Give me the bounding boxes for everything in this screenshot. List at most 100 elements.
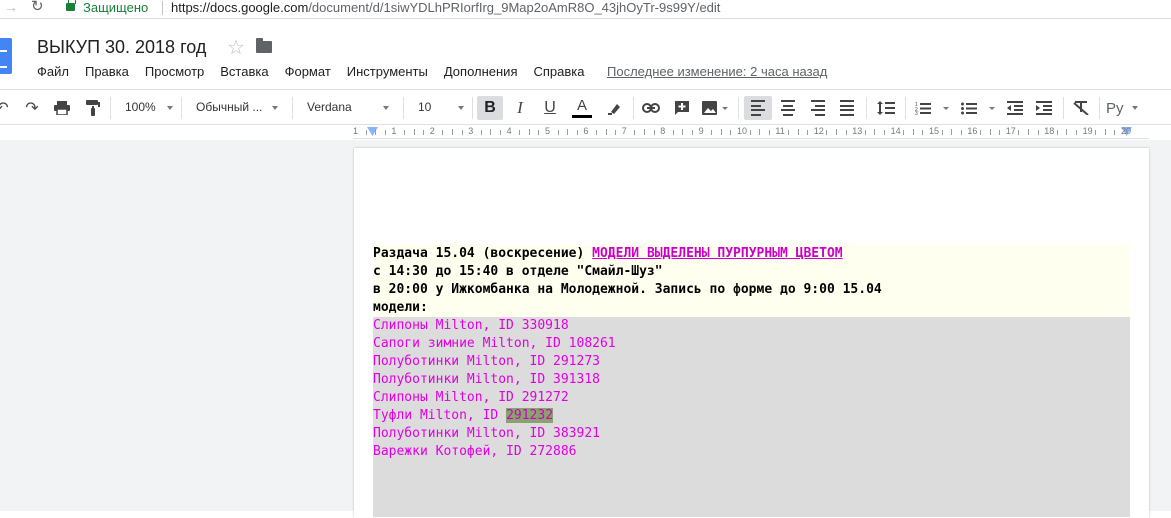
last-edit-link[interactable]: Последнее изменение: 2 часа назад	[607, 64, 827, 79]
heading-link[interactable]: МОДЕЛИ ВЫДЕЛЕНЫ ПУРПУРНЫМ ЦВЕТОМ	[592, 246, 842, 261]
ruler-tick	[960, 130, 962, 135]
address-divider	[162, 1, 163, 15]
time-line[interactable]: с 14:30 до 15:40 в отделе "Смайл-Шуз"	[373, 263, 1130, 281]
font-select[interactable]: Verdana	[307, 100, 389, 114]
line-spacing-icon[interactable]	[874, 96, 898, 120]
ruler-tick	[1076, 130, 1077, 135]
ruler-mark-label: 9	[698, 126, 704, 136]
ruler-tick	[528, 129, 530, 135]
ruler-tick	[452, 129, 453, 135]
list-item[interactable]: Сапоги зимние Milton, ID 108261	[373, 335, 1130, 353]
decrease-indent-icon[interactable]	[1004, 96, 1026, 120]
ruler-mark-label: 20	[1121, 126, 1132, 136]
menu-format[interactable]: Формат	[285, 64, 331, 82]
redo-icon[interactable]: ↷	[22, 96, 42, 120]
toolbar-divider	[738, 97, 739, 119]
underline-button[interactable]: U	[539, 96, 561, 120]
menu-insert[interactable]: Вставка	[220, 64, 268, 82]
toolbar-divider	[866, 97, 867, 119]
list-item[interactable]: Слипоны Milton, ID 330918	[373, 317, 1130, 335]
star-icon[interactable]: ☆	[227, 35, 245, 60]
ruler-tick	[634, 130, 636, 135]
ruler-mark-label: 14	[890, 126, 901, 136]
highlight-icon[interactable]	[604, 96, 626, 120]
ruler-tick	[759, 129, 761, 135]
heading-line[interactable]: Раздача 15.04 (воскресение) МОДЕЛИ ВЫДЕЛ…	[373, 245, 1130, 263]
ruler-mark-label: 12	[813, 126, 824, 136]
ruler-tick	[1114, 130, 1116, 135]
list-item[interactable]: Слипоны Milton, ID 291272	[373, 389, 1130, 407]
toolbar: ↶ ↷ 100% Обычный ... Verdana 10 B I U A	[0, 89, 1171, 125]
align-right-button[interactable]	[807, 96, 829, 120]
browser-address-bar: → ↻ Защищено https://docs.google.com/doc…	[0, 0, 1171, 19]
numbered-list-icon[interactable]: 123	[912, 96, 952, 120]
ruler-tick	[989, 129, 991, 135]
toolbar-divider	[292, 97, 293, 119]
zoom-select[interactable]: 100%	[125, 100, 173, 114]
url-host: https://docs.google.com	[171, 0, 309, 15]
insert-image-icon[interactable]	[700, 96, 730, 120]
list-item[interactable]: Полуботинки Milton, ID 391318	[373, 371, 1130, 389]
increase-indent-icon[interactable]	[1033, 96, 1055, 120]
menu-addons[interactable]: Дополнения	[444, 64, 518, 82]
italic-button[interactable]: I	[509, 96, 531, 120]
url-field[interactable]: https://docs.google.com/document/d/1siwY…	[171, 0, 720, 15]
document-title[interactable]: ВЫКУП 30. 2018 год	[37, 37, 206, 58]
ruler-tick	[576, 130, 578, 135]
url-path: /document/d/1siwYDLhPRIorfIrg_9Map2oAmR8…	[308, 0, 721, 15]
chevron-down-icon	[383, 106, 389, 110]
highlighted-id: 291232	[506, 408, 554, 423]
toolbar-divider	[1099, 97, 1100, 119]
menu-file[interactable]: Файл	[37, 64, 69, 82]
list-item[interactable]: Туфли Milton, ID 291232	[373, 407, 1130, 425]
folder-icon[interactable]	[256, 38, 272, 53]
docs-logo-icon[interactable]	[0, 38, 12, 74]
align-justify-button[interactable]	[836, 96, 858, 120]
menu-tools[interactable]: Инструменты	[347, 64, 428, 82]
input-tools-button[interactable]: Ру	[1106, 96, 1146, 120]
chevron-down-icon	[1131, 106, 1138, 110]
ruler-tick	[903, 130, 905, 135]
menu-help[interactable]: Справка	[533, 64, 584, 82]
font-size-select[interactable]: 10	[418, 100, 464, 114]
ruler-tick	[826, 130, 828, 135]
ruler-mark-label: 3	[468, 126, 474, 136]
toolbar-divider	[181, 97, 182, 119]
add-comment-icon[interactable]	[671, 96, 693, 120]
ruler-tick	[567, 129, 569, 135]
ruler-tick	[404, 130, 405, 135]
ruler-tick	[365, 130, 367, 135]
left-indent-marker[interactable]	[367, 127, 378, 136]
ruler-tick	[941, 130, 943, 135]
horizontal-ruler[interactable]: 1 1 2 3 4 5 6 7 8 9 10 11 12 13 14 15 16 17 18 19 20	[353, 126, 1149, 139]
align-left-button[interactable]	[744, 96, 772, 120]
text-color-button[interactable]: A	[570, 96, 594, 120]
bold-button[interactable]: B	[477, 96, 503, 120]
reload-icon[interactable]: ↻	[31, 0, 44, 15]
ruler-mark-label: 8	[660, 126, 666, 136]
ruler-tick	[1095, 130, 1097, 135]
clear-formatting-icon[interactable]	[1070, 96, 1092, 120]
ruler-tick	[1056, 130, 1058, 135]
undo-icon[interactable]: ↶	[0, 96, 12, 120]
ruler-tick	[461, 130, 463, 135]
list-item-prefix: Туфли Milton, ID	[373, 408, 507, 423]
list-item[interactable]: Варежки Котофей, ID 272886	[373, 443, 1130, 461]
list-item[interactable]: Полуботинки Milton, ID 383921	[373, 425, 1130, 443]
align-center-button[interactable]	[777, 96, 799, 120]
evening-line[interactable]: в 20:00 у Ижкомбанка на Молодежной. Запи…	[373, 281, 1130, 299]
toolbar-divider	[905, 97, 906, 119]
menu-edit[interactable]: Правка	[85, 64, 129, 82]
link-icon[interactable]	[640, 96, 662, 120]
menu-view[interactable]: Просмотр	[145, 64, 204, 82]
list-item[interactable]: Полуботинки Milton, ID 291273	[373, 353, 1130, 371]
ruler-mark-label: 2	[429, 126, 435, 136]
ruler-tick	[980, 130, 981, 135]
paint-format-icon[interactable]	[83, 96, 103, 120]
bulleted-list-icon[interactable]	[958, 96, 998, 120]
models-label[interactable]: модели:	[373, 299, 1130, 317]
print-icon[interactable]	[52, 96, 72, 120]
style-select[interactable]: Обычный ...	[196, 100, 278, 114]
document-page[interactable]: Раздача 15.04 (воскресение) МОДЕЛИ ВЫДЕЛ…	[354, 148, 1149, 518]
back-arrow-icon[interactable]: →	[4, 0, 18, 15]
